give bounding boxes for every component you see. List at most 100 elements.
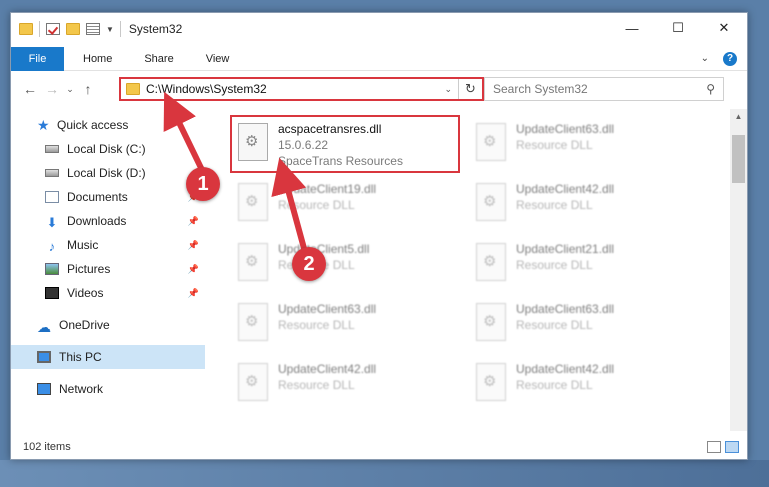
folder-icon	[19, 23, 33, 35]
file-tile-highlighted[interactable]: acspacetransres.dll 15.0.6.22 SpaceTrans…	[230, 115, 460, 173]
tab-share[interactable]: Share	[131, 53, 186, 65]
scroll-up-arrow-icon[interactable]: ▲	[730, 109, 747, 125]
sidebar-item-local-disk-d[interactable]: Local Disk (D:)	[11, 161, 205, 185]
dll-file-icon	[476, 123, 506, 161]
file-details: UpdateClient42.dll Resource DLL	[516, 357, 614, 415]
search-input[interactable]	[493, 82, 693, 96]
sidebar-item-network[interactable]: Network	[11, 377, 205, 401]
file-name: UpdateClient19.dll	[278, 182, 377, 196]
view-properties-icon[interactable]	[86, 23, 100, 35]
file-name: acspacetransres.dll	[278, 122, 382, 136]
file-tile[interactable]: UpdateClient42.dll Resource DLL	[470, 357, 700, 415]
sidebar-item-label: Local Disk (D:)	[67, 166, 146, 180]
address-bar[interactable]: C:\Windows\System32 ⌄ ↻	[119, 77, 484, 101]
file-description: Resource DLL	[278, 198, 355, 212]
sidebar-item-label: Local Disk (C:)	[67, 142, 146, 156]
file-details: UpdateClient63.dll Resource DLL	[516, 297, 614, 355]
file-tile[interactable]: UpdateClient63.dll Resource DLL	[470, 297, 700, 355]
star-icon: ★	[37, 116, 50, 133]
sidebar-item-music[interactable]: ♪ Music 📌	[11, 233, 205, 257]
file-details: UpdateClient63.dll Resource DLL	[278, 297, 376, 355]
sidebar-item-videos[interactable]: Videos 📌	[11, 281, 205, 305]
separator	[39, 21, 40, 37]
search-icon[interactable]: ⚲	[706, 82, 715, 96]
file-explorer-window: ▼ System32 — ☐ ✕ File Home Share View ⌄ …	[10, 12, 748, 460]
dll-file-icon	[476, 183, 506, 221]
sidebar-item-label: Pictures	[67, 262, 111, 276]
pin-icon[interactable]: 📌	[188, 240, 199, 251]
film-strip-icon	[45, 287, 59, 299]
ribbon-tabs: File Home Share View ⌄ ?	[11, 46, 747, 71]
sidebar-item-quick-access[interactable]: ★ Quick access	[11, 113, 205, 137]
pin-icon[interactable]: 📌	[188, 216, 199, 227]
window-controls: — ☐ ✕	[609, 13, 747, 43]
file-name: UpdateClient63.dll	[516, 122, 615, 136]
file-description: Resource DLL	[516, 138, 593, 152]
scroll-thumb[interactable]	[732, 135, 745, 183]
file-tile[interactable]: UpdateClient42.dll Resource DLL	[232, 357, 462, 415]
file-details: UpdateClient21.dll Resource DLL	[516, 237, 614, 295]
file-tile[interactable]: UpdateClient63.dll Resource DLL	[470, 117, 700, 175]
file-tile[interactable]: UpdateClient19.dll Resource DLL	[232, 177, 462, 235]
expand-ribbon-chevron-icon[interactable]: ⌄	[701, 53, 709, 64]
tab-file[interactable]: File	[11, 46, 64, 71]
status-bar: 102 items	[11, 435, 747, 459]
refresh-button[interactable]: ↻	[458, 79, 482, 99]
file-tile[interactable]: UpdateClient63.dll Resource DLL	[232, 297, 462, 355]
new-folder-icon[interactable]	[66, 23, 80, 35]
details-view-button[interactable]	[707, 441, 721, 453]
help-button[interactable]: ?	[723, 51, 737, 66]
file-name: UpdateClient42.dll	[516, 362, 615, 376]
forward-button[interactable]: →	[41, 81, 63, 97]
sidebar-item-pictures[interactable]: Pictures 📌	[11, 257, 205, 281]
tab-home[interactable]: Home	[70, 53, 125, 65]
search-box[interactable]: ⚲	[484, 77, 724, 101]
file-details: UpdateClient42.dll Resource DLL	[278, 357, 376, 415]
sidebar-item-onedrive[interactable]: ☁ OneDrive	[11, 313, 205, 337]
vertical-scrollbar[interactable]: ▲	[730, 109, 747, 431]
file-tile[interactable]: UpdateClient21.dll Resource DLL	[470, 237, 700, 295]
tab-view[interactable]: View	[193, 53, 243, 65]
file-description: Resource DLL	[278, 378, 355, 392]
large-icons-view-button[interactable]	[725, 441, 739, 453]
network-icon	[37, 383, 51, 395]
download-arrow-icon: ⬇	[46, 215, 58, 230]
desktop-background	[0, 460, 769, 487]
minimize-button[interactable]: —	[609, 13, 655, 43]
file-tile[interactable]: UpdateClient42.dll Resource DLL	[470, 177, 700, 235]
close-button[interactable]: ✕	[701, 13, 747, 43]
file-details: UpdateClient19.dll Resource DLL	[278, 177, 376, 235]
file-description: Resource DLL	[278, 318, 355, 332]
sidebar-item-label: Documents	[67, 190, 128, 204]
pin-icon[interactable]: 📌	[188, 288, 199, 299]
back-button[interactable]: ←	[19, 81, 41, 97]
sidebar-item-local-disk-c[interactable]: Local Disk (C:)	[11, 137, 205, 161]
sidebar-item-label: Downloads	[67, 214, 127, 228]
sidebar-item-label: Network	[59, 382, 104, 396]
address-path[interactable]: C:\Windows\System32	[146, 82, 267, 96]
folder-icon	[126, 83, 140, 95]
file-description: SpaceTrans Resources	[278, 154, 403, 168]
dll-file-icon	[476, 243, 506, 281]
file-name: UpdateClient42.dll	[278, 362, 377, 376]
address-dropdown-icon[interactable]: ⌄	[444, 84, 452, 95]
up-button[interactable]: ↑	[77, 81, 99, 97]
navigation-pane: ★ Quick access Local Disk (C:) Local Dis…	[11, 113, 205, 423]
sidebar-item-documents[interactable]: Documents 📌	[11, 185, 205, 209]
ribbon-right-controls: ⌄ ?	[701, 51, 737, 66]
customize-toolbar-chevron-icon[interactable]: ▼	[106, 25, 114, 34]
sidebar-item-downloads[interactable]: ⬇ Downloads 📌	[11, 209, 205, 233]
file-details: acspacetransres.dll 15.0.6.22 SpaceTrans…	[278, 117, 403, 171]
hard-drive-icon	[45, 169, 59, 177]
pin-icon[interactable]: 📌	[188, 264, 199, 275]
dll-file-icon	[476, 303, 506, 341]
maximize-button[interactable]: ☐	[655, 13, 701, 43]
properties-check-icon[interactable]	[46, 23, 60, 35]
sidebar-item-label: Quick access	[57, 118, 129, 132]
sidebar-item-this-pc[interactable]: This PC	[11, 345, 205, 369]
recent-locations-chevron-icon[interactable]: ⌄	[63, 84, 77, 95]
file-tile[interactable]: UpdateClient5.dll Resource DLL	[232, 237, 462, 295]
